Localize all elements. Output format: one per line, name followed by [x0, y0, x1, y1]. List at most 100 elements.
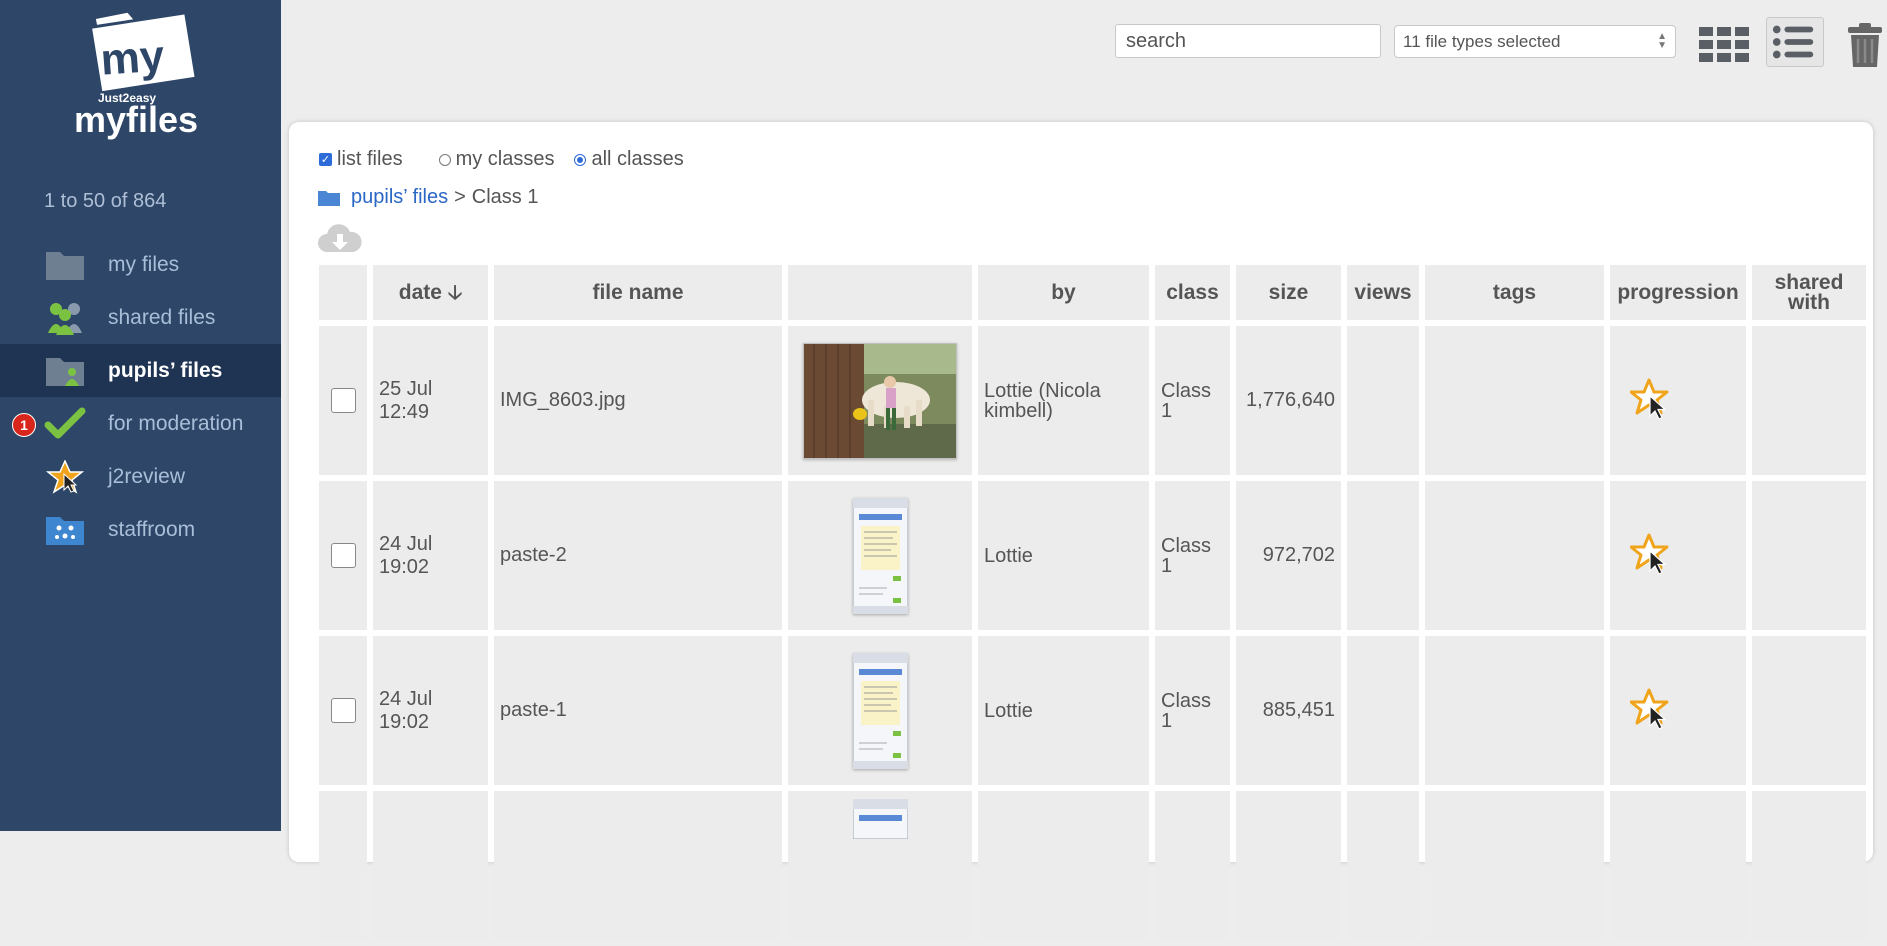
- class-number-text: 1: [1161, 554, 1173, 577]
- table-header-row: date 🡣 file name by class size views tag…: [319, 265, 1866, 320]
- thumbnail-cell[interactable]: [788, 636, 972, 785]
- thumbnail-cell[interactable]: [788, 791, 972, 940]
- people-icon: [48, 303, 82, 335]
- date-cell: 24 Jul 19:02: [373, 481, 488, 630]
- views-cell: [1347, 791, 1419, 940]
- screenshot-thumbnail[interactable]: [852, 652, 908, 769]
- progression-column-header[interactable]: progression: [1610, 265, 1746, 320]
- star-cursor-icon[interactable]: [1630, 688, 1672, 734]
- table-row[interactable]: 25 Jul 12:49 IMG_8603.jpg Lottie (Nicola…: [319, 326, 1866, 475]
- thumbnail-cell[interactable]: [788, 326, 972, 475]
- tags-cell[interactable]: [1425, 481, 1604, 630]
- by-cell: Lottie (Nicola kimbell): [978, 326, 1149, 475]
- file-name-text: paste-1: [500, 699, 567, 721]
- all-classes-label: all classes: [591, 148, 684, 170]
- tags-cell[interactable]: [1425, 326, 1604, 475]
- size-text: 885,451: [1262, 699, 1335, 721]
- class-column-header[interactable]: class: [1155, 265, 1230, 320]
- download-cloud-icon[interactable]: [317, 222, 363, 256]
- sidebar-item-label: my files: [108, 252, 180, 276]
- by-column-header[interactable]: by: [978, 265, 1149, 320]
- breadcrumb-current: Class 1: [471, 186, 539, 208]
- file-name-column-header[interactable]: file name: [494, 265, 782, 320]
- sidebar-item-my-files[interactable]: my files: [0, 238, 281, 291]
- my-classes-radio[interactable]: [438, 153, 451, 166]
- table-row[interactable]: 24 Jul 19:02 paste-1 Lottie Class 1 885,…: [319, 636, 1866, 785]
- views-column-header[interactable]: views: [1347, 265, 1419, 320]
- progression-cell[interactable]: [1610, 791, 1746, 940]
- tags-cell[interactable]: [1425, 636, 1604, 785]
- date-column-header[interactable]: date 🡣: [373, 265, 488, 320]
- search-input[interactable]: [1115, 24, 1381, 58]
- pupils-folder-icon: [46, 358, 84, 386]
- screenshot-thumbnail[interactable]: [852, 799, 908, 839]
- list-files-checkbox[interactable]: ✓: [319, 153, 332, 166]
- progression-cell[interactable]: [1610, 326, 1746, 475]
- progression-cell[interactable]: [1610, 636, 1746, 785]
- my-classes-option[interactable]: my classes: [438, 148, 555, 171]
- all-classes-radio[interactable]: [574, 153, 587, 166]
- my-classes-label: my classes: [455, 148, 555, 170]
- class-number-text: 1: [1161, 709, 1173, 732]
- select-column-header: [319, 265, 367, 320]
- tags-cell[interactable]: [1425, 791, 1604, 940]
- sidebar-nav: my files shared files pupils’ files 1 fo…: [0, 238, 281, 556]
- time-text: 12:49: [379, 400, 430, 423]
- myfiles-logo[interactable]: my Just2easy myfiles: [70, 8, 220, 148]
- shared-with-cell: [1752, 636, 1866, 785]
- class-cell: [1155, 791, 1230, 940]
- star-cursor-icon: [45, 460, 85, 494]
- star-cursor-icon[interactable]: [1630, 378, 1672, 424]
- file-name-text: IMG_8603.jpg: [500, 389, 626, 411]
- files-table: date 🡣 file name by class size views tag…: [313, 259, 1872, 946]
- list-files-option[interactable]: ✓ list files: [319, 148, 403, 171]
- shared-with-cell: [1752, 326, 1866, 475]
- file-list-panel: ✓ list files my classes all classes pupi…: [289, 122, 1873, 940]
- sidebar-item-for-moderation[interactable]: 1 for moderation: [0, 397, 281, 450]
- sidebar-item-j2review[interactable]: j2review: [0, 450, 281, 503]
- class-cell: Class 1: [1155, 326, 1230, 475]
- file-name-cell[interactable]: paste-1: [494, 636, 782, 785]
- screenshot-thumbnail[interactable]: [852, 497, 908, 614]
- class-text: Class: [1161, 689, 1212, 712]
- file-name-cell[interactable]: paste-2: [494, 481, 782, 630]
- by-cell: Lottie: [978, 636, 1149, 785]
- star-cursor-icon[interactable]: [1630, 533, 1672, 579]
- thumbnail-cell[interactable]: [788, 481, 972, 630]
- select-arrows-icon: ▲ ▼: [1657, 31, 1667, 51]
- row-checkbox[interactable]: [330, 698, 356, 723]
- size-cell: [1236, 791, 1341, 940]
- date-cell: 25 Jul 12:49: [373, 326, 488, 475]
- table-row[interactable]: 24 Jul 19:02 paste-2 Lottie Class 1 972,…: [319, 481, 1866, 630]
- size-header-label: size: [1268, 280, 1309, 304]
- row-checkbox[interactable]: [330, 543, 356, 568]
- tags-column-header[interactable]: tags: [1425, 265, 1604, 320]
- sidebar-item-shared-files[interactable]: shared files: [0, 291, 281, 344]
- trash-icon[interactable]: [1846, 22, 1884, 68]
- file-types-select[interactable]: 11 file types selected ▲ ▼: [1394, 25, 1676, 58]
- photo-thumbnail[interactable]: [803, 342, 957, 459]
- sidebar-item-label: j2review: [108, 464, 186, 488]
- row-select-cell: [319, 636, 367, 785]
- all-classes-option[interactable]: all classes: [574, 148, 684, 171]
- grid-view-icon[interactable]: [1697, 24, 1751, 64]
- breadcrumb-root-link[interactable]: pupils’ files: [351, 186, 448, 209]
- by-cell: Lottie: [978, 481, 1149, 630]
- list-view-button[interactable]: [1766, 17, 1824, 67]
- table-row[interactable]: [319, 791, 1866, 940]
- sidebar-item-staffroom[interactable]: staffroom: [0, 503, 281, 556]
- row-checkbox[interactable]: [330, 388, 356, 413]
- sidebar-item-pupils-files[interactable]: pupils’ files: [0, 344, 281, 397]
- progression-header-label: progression: [1617, 280, 1739, 304]
- file-types-label: 11 file types selected: [1403, 32, 1561, 51]
- progression-cell[interactable]: [1610, 481, 1746, 630]
- size-column-header[interactable]: size: [1236, 265, 1341, 320]
- file-name-cell[interactable]: IMG_8603.jpg: [494, 326, 782, 475]
- file-name-cell[interactable]: [494, 791, 782, 940]
- shared-with-column-header[interactable]: shared with: [1752, 265, 1866, 320]
- shared-with-cell: [1752, 481, 1866, 630]
- thumbnail-column-header: [788, 265, 972, 320]
- tags-header-label: tags: [1492, 280, 1537, 304]
- breadcrumb: pupils’ files > Class 1: [317, 186, 538, 209]
- views-cell: [1347, 636, 1419, 785]
